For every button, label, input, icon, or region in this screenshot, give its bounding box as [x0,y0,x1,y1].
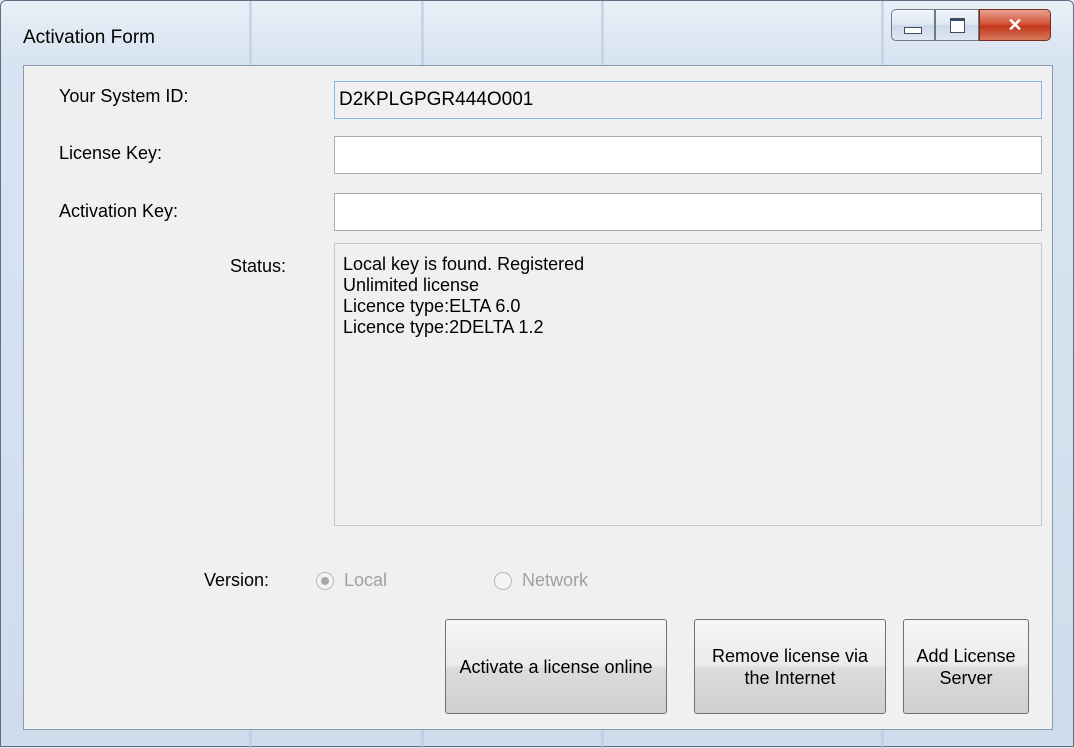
maximize-icon [949,17,965,33]
radio-selected-icon [316,571,334,590]
window-frame: Activation Form ✕ Your System ID: D2KPLG… [0,0,1074,748]
window-title: Activation Form [23,27,155,48]
status-label: Status: [230,256,287,276]
activate-online-button[interactable]: Activate a license online [445,619,667,714]
status-line: Licence type:2DELTA 1.2 [343,317,544,337]
minimize-button[interactable] [891,9,935,41]
radio-unselected-icon [494,571,512,590]
close-icon: ✕ [1007,14,1023,35]
activation-key-input[interactable] [334,193,1042,231]
status-line: Local key is found. Registered [343,254,585,274]
maximize-button[interactable] [935,9,979,41]
version-radio-local[interactable]: Local [316,570,387,591]
version-option-label: Local [344,570,388,590]
activation-key-label: Activation Key: [59,201,179,221]
status-box[interactable]: Local key is found. Registered Unlimited… [334,243,1042,526]
remove-license-button[interactable]: Remove license via the Internet [694,619,886,714]
add-license-server-button[interactable]: Add License Server [903,619,1029,714]
status-line: Unlimited license [343,275,480,295]
license-key-label: License Key: [59,143,163,163]
system-id-label: Your System ID: [59,86,189,106]
version-label: Version: [204,570,270,590]
version-radio-network[interactable]: Network [494,570,588,591]
status-line: Licence type:ELTA 6.0 [343,296,521,316]
form-client-area: Your System ID: D2KPLGPGR444O001 License… [23,65,1053,730]
minimize-icon [904,26,922,34]
system-id-field[interactable]: D2KPLGPGR444O001 [334,81,1042,119]
window-controls: ✕ [891,9,1051,41]
close-button[interactable]: ✕ [979,9,1051,41]
version-option-label: Network [522,570,589,590]
license-key-input[interactable] [334,136,1042,174]
